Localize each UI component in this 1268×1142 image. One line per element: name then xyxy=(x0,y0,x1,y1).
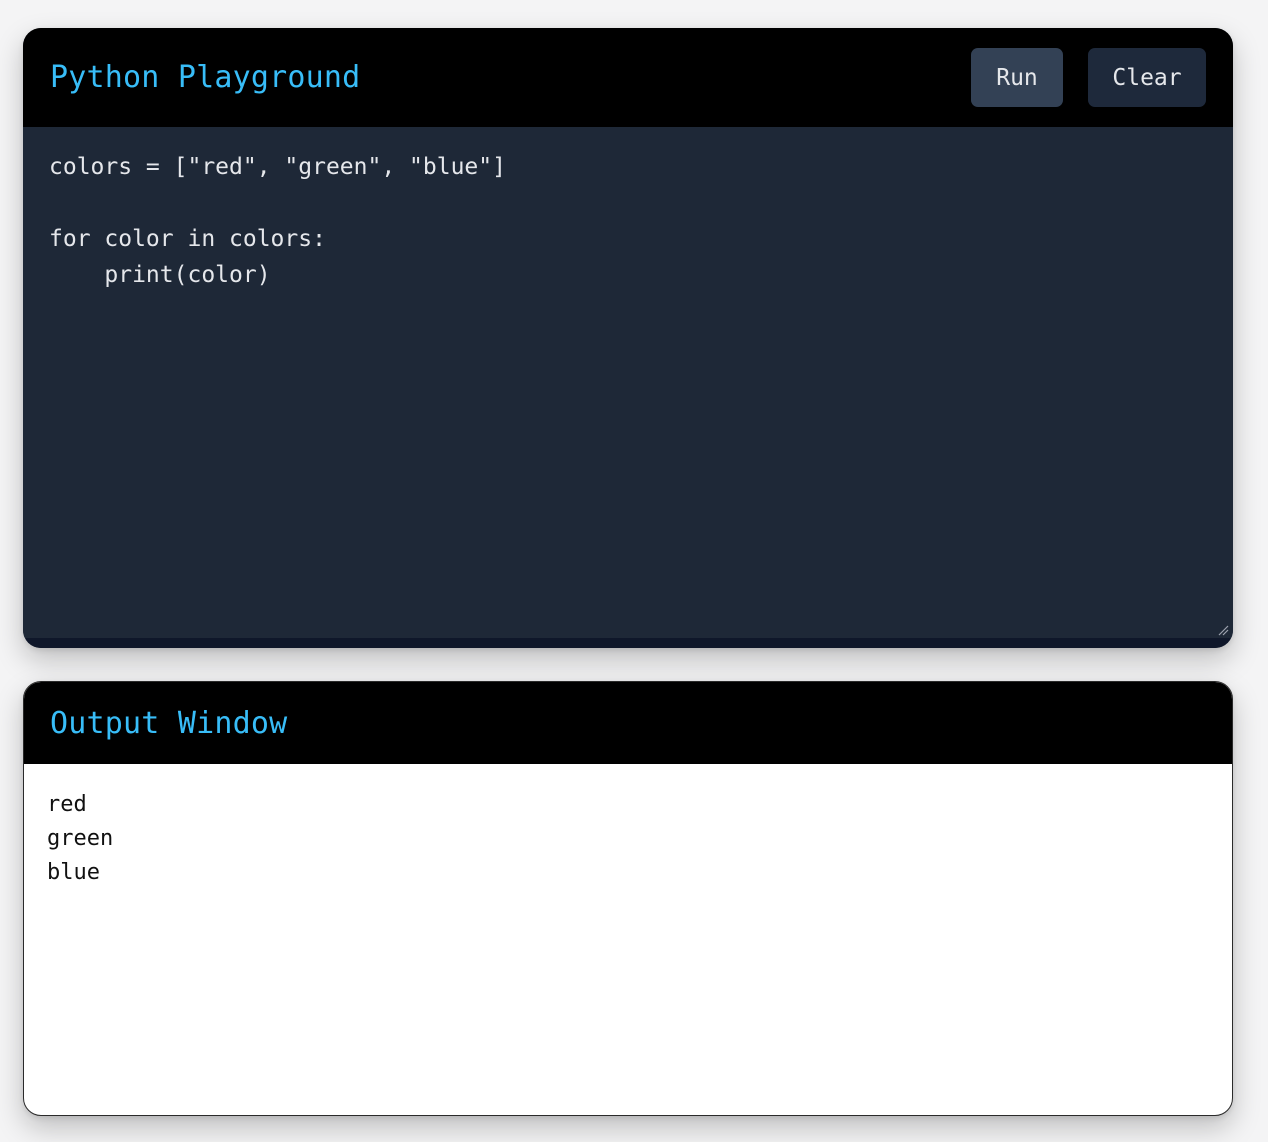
code-editor[interactable]: colors = ["red", "green", "blue"] for co… xyxy=(23,127,1233,638)
editor-panel: Python Playground Run Clear colors = ["r… xyxy=(23,28,1233,648)
clear-button[interactable]: Clear xyxy=(1088,48,1206,107)
editor-title: Python Playground xyxy=(50,60,361,95)
run-button[interactable]: Run xyxy=(971,48,1063,107)
editor-header: Python Playground Run Clear xyxy=(23,28,1233,127)
editor-footer xyxy=(23,638,1233,648)
output-panel: Output Window red green blue xyxy=(23,681,1233,1116)
output-header: Output Window xyxy=(24,682,1232,764)
output-title: Output Window xyxy=(50,705,288,741)
output-text: red green blue xyxy=(47,792,114,885)
resize-handle-icon[interactable] xyxy=(1217,624,1229,636)
editor-toolbar: Run Clear xyxy=(971,48,1206,107)
